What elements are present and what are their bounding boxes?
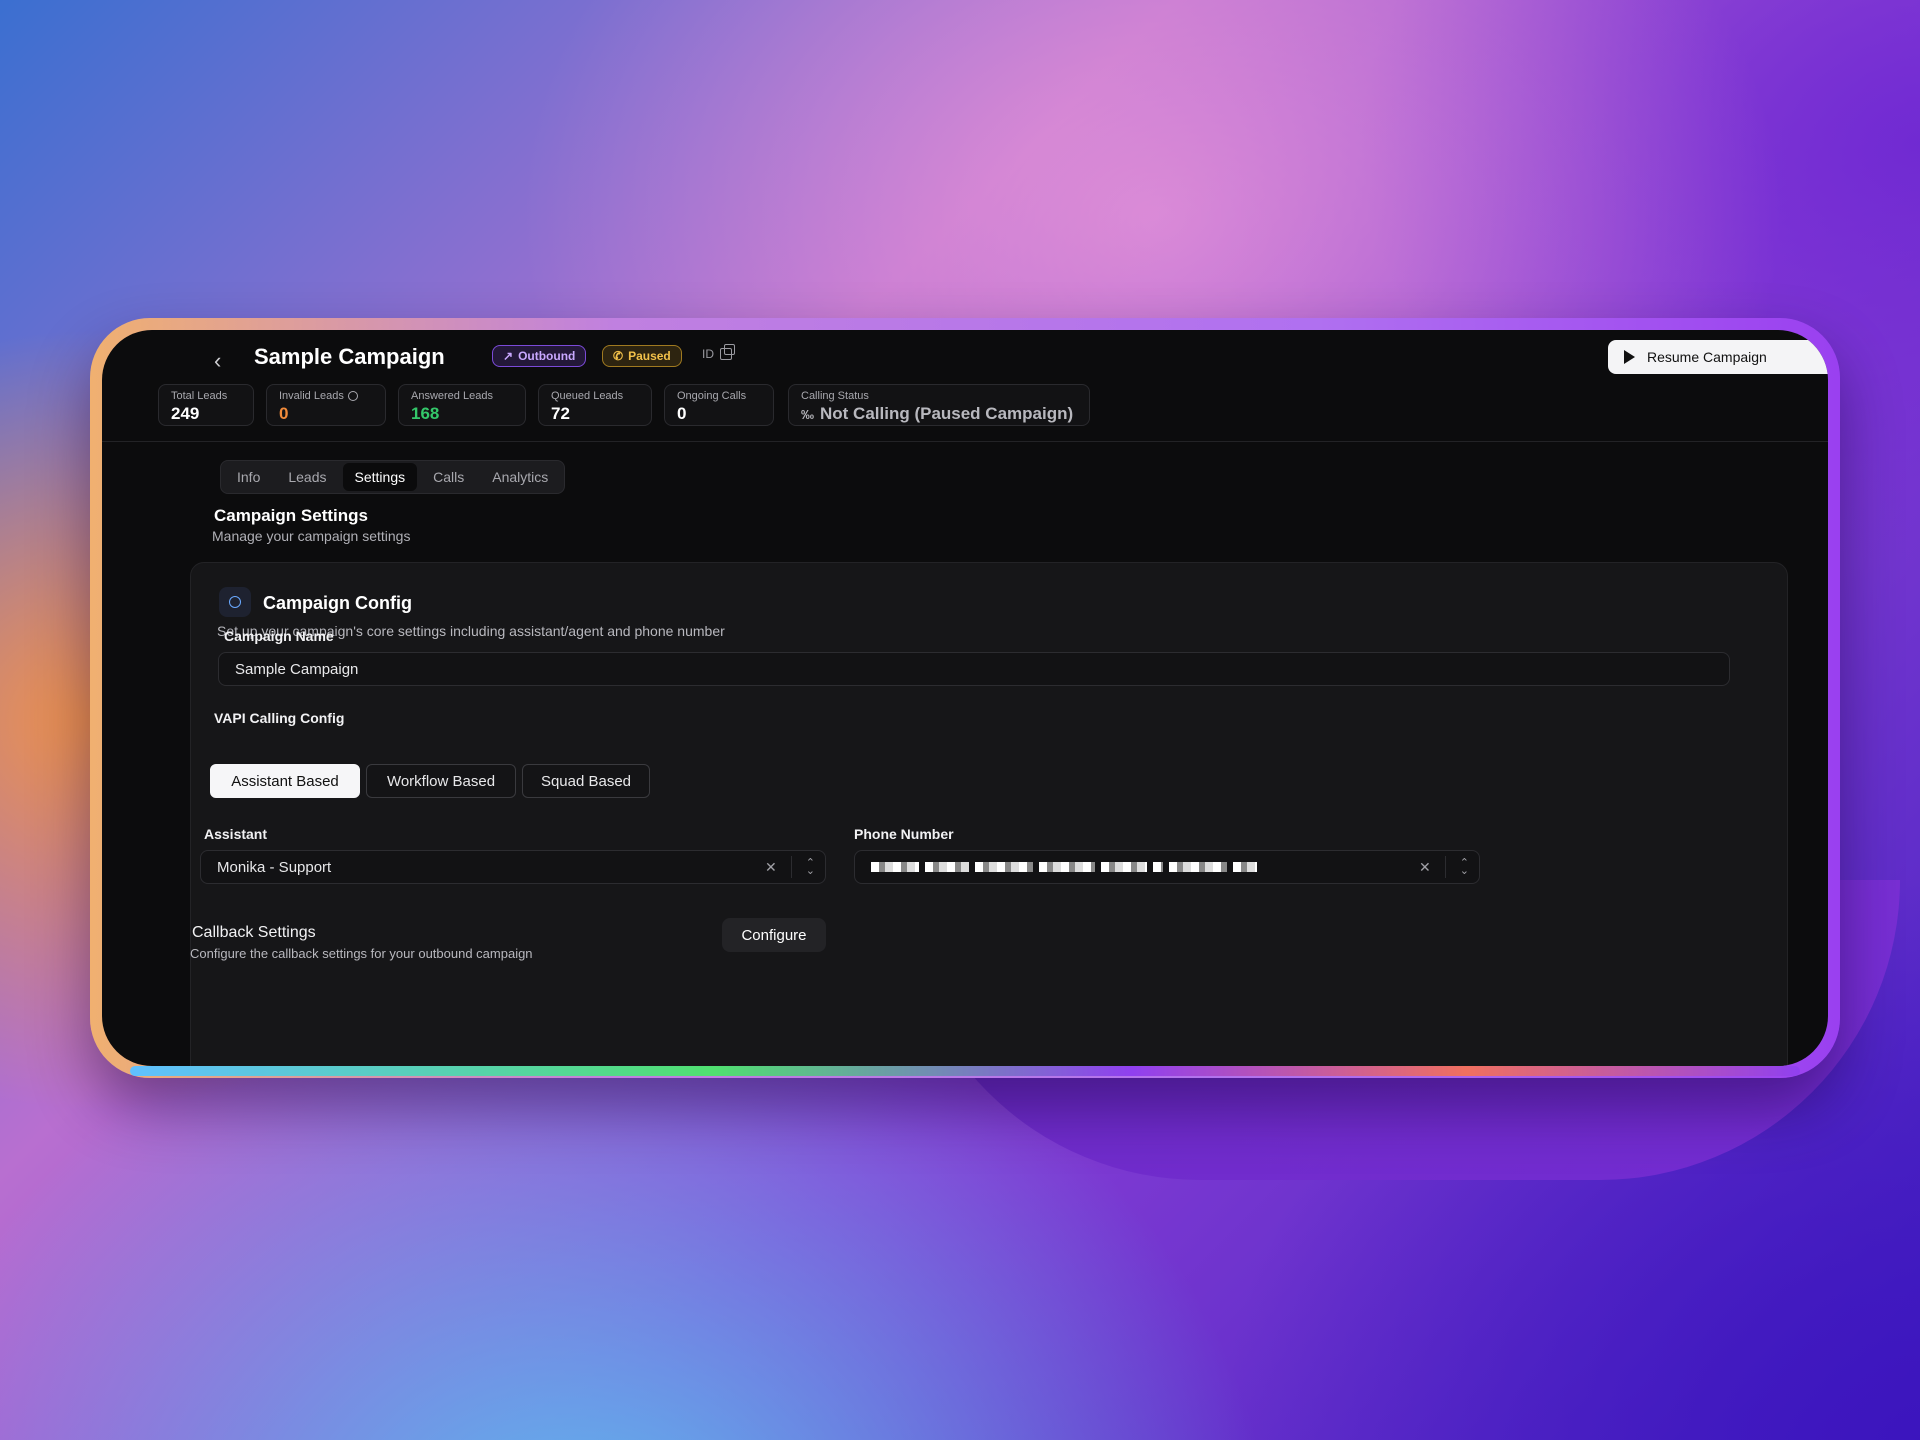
divider bbox=[1444, 856, 1446, 878]
assistant-select-controls: ✕ ⌃ ⌄ bbox=[765, 851, 815, 883]
stat-ongoing-calls: Ongoing Calls 0 bbox=[664, 384, 774, 426]
phone-number-select[interactable]: ✕ ⌃ ⌄ bbox=[854, 850, 1480, 884]
stat-label: Invalid Leads bbox=[279, 390, 344, 402]
campaign-name-label: Campaign Name bbox=[224, 628, 334, 644]
chevron-up-down-icon[interactable]: ⌃ ⌄ bbox=[806, 858, 815, 877]
close-icon[interactable]: ✕ bbox=[765, 859, 777, 876]
stat-value: 72 bbox=[551, 404, 570, 423]
outbound-badge: ↗ Outbound bbox=[492, 345, 587, 367]
tab-settings[interactable]: Settings bbox=[342, 463, 418, 491]
assistant-value: Monika - Support bbox=[217, 858, 332, 876]
app-screen: ‹ Sample Campaign ↗ Outbound ✆ Paused ID… bbox=[102, 330, 1828, 1066]
tab-leads[interactable]: Leads bbox=[276, 463, 338, 491]
assistant-label: Assistant bbox=[204, 826, 268, 842]
outbound-badge-label: Outbound bbox=[518, 349, 576, 363]
stat-value: 0 bbox=[677, 404, 687, 423]
campaign-id[interactable]: ID bbox=[702, 344, 735, 361]
mode-squad-based[interactable]: Squad Based bbox=[522, 764, 650, 798]
calling-status-row: ‰ Not Calling (Paused Campaign) bbox=[801, 404, 1077, 424]
resume-campaign-label: Resume Campaign bbox=[1647, 349, 1767, 365]
tab-analytics[interactable]: Analytics bbox=[480, 463, 560, 491]
mode-workflow-based[interactable]: Workflow Based bbox=[366, 764, 516, 798]
stat-calling-status: Calling Status ‰ Not Calling (Paused Cam… bbox=[788, 384, 1090, 426]
divider bbox=[790, 856, 792, 878]
stat-invalid-leads: Invalid Leads 0 bbox=[266, 384, 386, 426]
page-title: Sample Campaign bbox=[254, 344, 445, 369]
arrow-up-right-icon: ↗ bbox=[503, 349, 514, 363]
percent-off-icon: ‰ bbox=[801, 406, 814, 422]
stat-value: 168 bbox=[411, 404, 440, 423]
play-icon bbox=[1624, 350, 1635, 364]
assistant-select[interactable]: Monika - Support ✕ ⌃ ⌄ bbox=[200, 850, 826, 884]
paused-badge: ✆ Paused bbox=[602, 345, 682, 367]
callback-settings-title: Callback Settings bbox=[192, 924, 316, 941]
tab-calls[interactable]: Calls bbox=[421, 463, 476, 491]
chevron-up-down-icon[interactable]: ⌃ ⌄ bbox=[1460, 858, 1469, 877]
phone-number-label: Phone Number bbox=[854, 826, 954, 842]
stat-queued-leads: Queued Leads 72 bbox=[538, 384, 652, 426]
clock-icon bbox=[219, 587, 251, 617]
config-title: Campaign Config bbox=[263, 593, 412, 613]
info-icon[interactable] bbox=[347, 391, 358, 401]
close-icon[interactable]: ✕ bbox=[1419, 859, 1431, 876]
phone-select-controls: ✕ ⌃ ⌄ bbox=[1419, 851, 1469, 883]
paused-badge-label: Paused bbox=[628, 349, 671, 363]
device-frame: ‹ Sample Campaign ↗ Outbound ✆ Paused ID… bbox=[90, 318, 1840, 1078]
stat-answered-leads: Answered Leads 168 bbox=[398, 384, 526, 426]
campaign-config-card: Campaign Config Set up your campaign's c… bbox=[190, 562, 1788, 1066]
campaign-name-input[interactable]: Sample Campaign bbox=[218, 652, 1730, 686]
stat-label: Queued Leads bbox=[551, 390, 624, 402]
copy-icon[interactable] bbox=[720, 344, 735, 360]
callback-settings-subtitle: Configure the callback settings for your… bbox=[190, 946, 533, 961]
section-title: Campaign Settings bbox=[214, 506, 368, 525]
stat-label: Calling Status bbox=[801, 390, 869, 402]
tab-bar: Info Leads Settings Calls Analytics bbox=[220, 460, 566, 494]
phone-off-icon: ✆ bbox=[613, 349, 624, 363]
campaign-header: ‹ Sample Campaign ↗ Outbound ✆ Paused ID… bbox=[102, 330, 1828, 442]
section-subtitle: Manage your campaign settings bbox=[212, 528, 411, 544]
chevron-left-icon[interactable]: ‹ bbox=[214, 348, 221, 374]
stat-label-row: Invalid Leads bbox=[279, 390, 373, 402]
stat-label: Total Leads bbox=[171, 390, 228, 402]
phone-number-masked bbox=[871, 862, 1257, 872]
stat-value: 249 bbox=[171, 404, 200, 423]
stat-label: Answered Leads bbox=[411, 390, 493, 402]
id-label: ID bbox=[702, 347, 714, 361]
stat-total-leads: Total Leads 249 bbox=[158, 384, 254, 426]
stat-value: 0 bbox=[279, 404, 289, 423]
vapi-config-label: VAPI Calling Config bbox=[214, 710, 345, 726]
configure-button[interactable]: Configure bbox=[722, 918, 826, 952]
tab-info[interactable]: Info bbox=[225, 463, 272, 491]
mode-assistant-based[interactable]: Assistant Based bbox=[210, 764, 360, 798]
resume-campaign-button[interactable]: Resume Campaign bbox=[1608, 340, 1828, 374]
stat-label: Ongoing Calls bbox=[677, 390, 747, 402]
stat-value: Not Calling (Paused Campaign) bbox=[820, 404, 1074, 423]
